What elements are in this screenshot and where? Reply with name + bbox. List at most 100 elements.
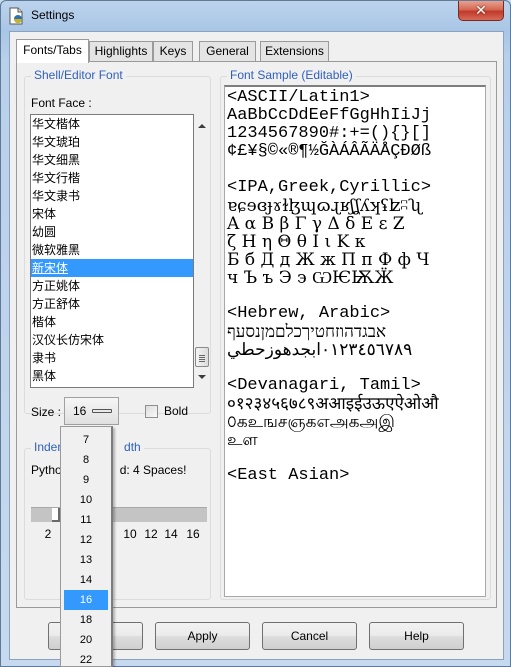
tab-highlights[interactable]: Highlights [89,41,153,62]
size-option[interactable]: 18 [64,610,108,630]
tab-extensions[interactable]: Extensions [260,41,329,62]
size-option[interactable]: 10 [64,490,108,510]
font-face-label: Font Face : [31,96,92,110]
sample-line: <ASCII/Latin1> [227,88,370,107]
tab-label: General [206,44,249,58]
size-option[interactable]: 9 [64,470,108,490]
size-option[interactable]: 14 [64,570,108,590]
sample-line: 1234567890#:+=(){}[] [227,124,432,143]
sample-line: ௦கஉஙசஞகஎஅகஅஇ [227,412,395,432]
cancel-button[interactable]: Cancel [262,622,357,650]
font-list-item[interactable]: 幼圆 [31,223,193,241]
tab-keys[interactable]: Keys [153,41,193,62]
apply-button[interactable]: Apply [155,622,250,650]
font-name: 隶书 [32,351,57,365]
size-option[interactable]: 13 [64,550,108,570]
font-sample-text[interactable]: <ASCII/Latin1> AaBbCcDdEeFfGgHhIiJj 123456… [224,85,486,597]
font-list-item[interactable]: 华文细黑 [31,151,193,169]
font-size-dropdown-menu[interactable]: 7 8 9 10 11 12 13 14 16 18 20 22 [60,426,113,667]
shell-editor-font-group: Shell/Editor Font Font Face : 华文楷体 华文琥珀 华文… [24,68,211,425]
slider-tick-label: 12 [144,527,158,541]
size-option[interactable]: 20 [64,630,108,650]
font-name: 楷体 [32,315,57,329]
font-name: 华文隶书 [32,189,81,203]
font-name: 方正姚体 [32,279,81,293]
size-option[interactable]: 16 [64,590,108,610]
slider-tick-label: 14 [164,527,178,541]
font-list-item[interactable]: 华文琥珀 [31,133,193,151]
tab-label: Keys [159,44,187,58]
scroll-up-icon[interactable] [198,124,206,128]
font-sample-group: Font Sample (Editable) <ASCII/Latin1> AaB… [220,68,491,600]
scroll-down-icon[interactable] [198,375,206,379]
font-name: 华文琥珀 [32,135,81,149]
font-list-item[interactable]: 方正舒体 [31,295,193,313]
font-name: 汉仪长仿宋体 [32,333,105,347]
sample-line: A α B β Γ γ Δ δ Ε ε Ζ [227,214,405,234]
size-option[interactable]: 8 [64,450,108,470]
font-size-value: 16 [73,404,87,418]
sample-line: ¢£¥§©«®¶½ĞÀÁÂÃÄÅÇÐØß [227,142,432,161]
sample-line: ζ Η η Θ θ Ι ι Κ κ [227,232,366,252]
idle-app-icon [9,7,23,25]
tab-label: Fonts/Tabs [23,43,82,57]
font-face-listbox[interactable]: 华文楷体华文琥珀华文细黑华文行楷华文隶书宋体幼圆微软雅黑新宋体方正姚体方正舒体楷… [30,114,194,388]
tab-general[interactable]: General [199,41,256,62]
slider-tick-label: 16 [186,527,200,541]
font-list-item[interactable]: 微软雅黑 [31,241,193,259]
font-list-item[interactable]: 华文隶书 [31,187,193,205]
slider-handle[interactable] [52,508,60,522]
size-option[interactable]: 7 [64,430,108,450]
slider-tick-label: 10 [123,527,137,541]
size-label: Size : [31,405,62,419]
tab-fonts-tabs[interactable]: Fonts/Tabs [16,39,89,63]
font-name: 黑体 [32,369,57,383]
help-button[interactable]: Help [369,622,464,650]
font-group-title: Shell/Editor Font [31,68,126,82]
font-list-item[interactable]: 楷体 [31,313,193,331]
close-icon: ✕ [475,2,487,18]
sample-line [227,287,485,305]
menubutton-indicator-icon [92,409,112,413]
title-bar[interactable]: Settings ✕ [1,1,510,31]
font-list-scrollbar[interactable] [195,114,209,388]
sample-line: ч Ъ ъ Э э ѠѤѬӜ [227,268,394,288]
font-list-item[interactable]: 新宋体 [31,259,193,277]
sample-line: <IPA,Greek,Cyrillic> [227,178,432,197]
cancel-label: Cancel [290,629,329,643]
scroll-thumb[interactable] [195,347,209,367]
font-name: 宋体 [32,207,57,221]
size-option[interactable]: 11 [64,510,108,530]
sample-line: <East Asian> [227,466,350,485]
sample-line: Б б Д д Ж ж П п Ф ф Ч [227,250,430,270]
sample-line: ०१२३४५६७८९अआइईउऊएऐओऔ [227,394,439,414]
font-name: 华文行楷 [32,171,81,185]
window-title: Settings [31,8,75,22]
sample-line: <Devanagari, Tamil> [227,376,421,395]
font-list-item[interactable]: 黑体 [31,367,193,385]
font-name: 微软雅黑 [32,243,81,257]
sample-line [227,359,485,377]
size-option[interactable]: 12 [64,530,108,550]
close-button[interactable]: ✕ [458,1,504,21]
font-name: 新宋体 [32,261,69,275]
bold-label: Bold [164,404,189,418]
indent-width-slider[interactable] [31,507,207,522]
font-sample-title: Font Sample (Editable) [227,68,356,82]
font-name: 华文细黑 [32,153,81,167]
size-option[interactable]: 22 [64,650,108,667]
indentation-width-group: Inden dth Pytho d: 4 Spaces! 2 10 12 14 16 [24,440,211,600]
font-list-item[interactable]: 华文行楷 [31,169,193,187]
font-size-menubutton[interactable]: 16 [64,397,119,425]
bold-checkbox[interactable] [145,405,158,418]
font-list-item[interactable]: 汉仪长仿宋体 [31,331,193,349]
sample-line: AaBbCcDdEeFfGgHhIiJj [227,106,432,125]
sample-line: உள [227,430,258,450]
font-list-item[interactable]: 隶书 [31,349,193,367]
sample-line [227,449,485,467]
sample-line: ɐɕɘɞɟɤɫɮɰɷɻʁʃʆʎʞʢʫʭʯ [227,196,422,216]
font-list-item[interactable]: 方正姚体 [31,277,193,295]
font-name: 华文楷体 [32,117,81,131]
font-list-item[interactable]: 宋体 [31,205,193,223]
font-list-item[interactable]: 华文楷体 [31,115,193,133]
